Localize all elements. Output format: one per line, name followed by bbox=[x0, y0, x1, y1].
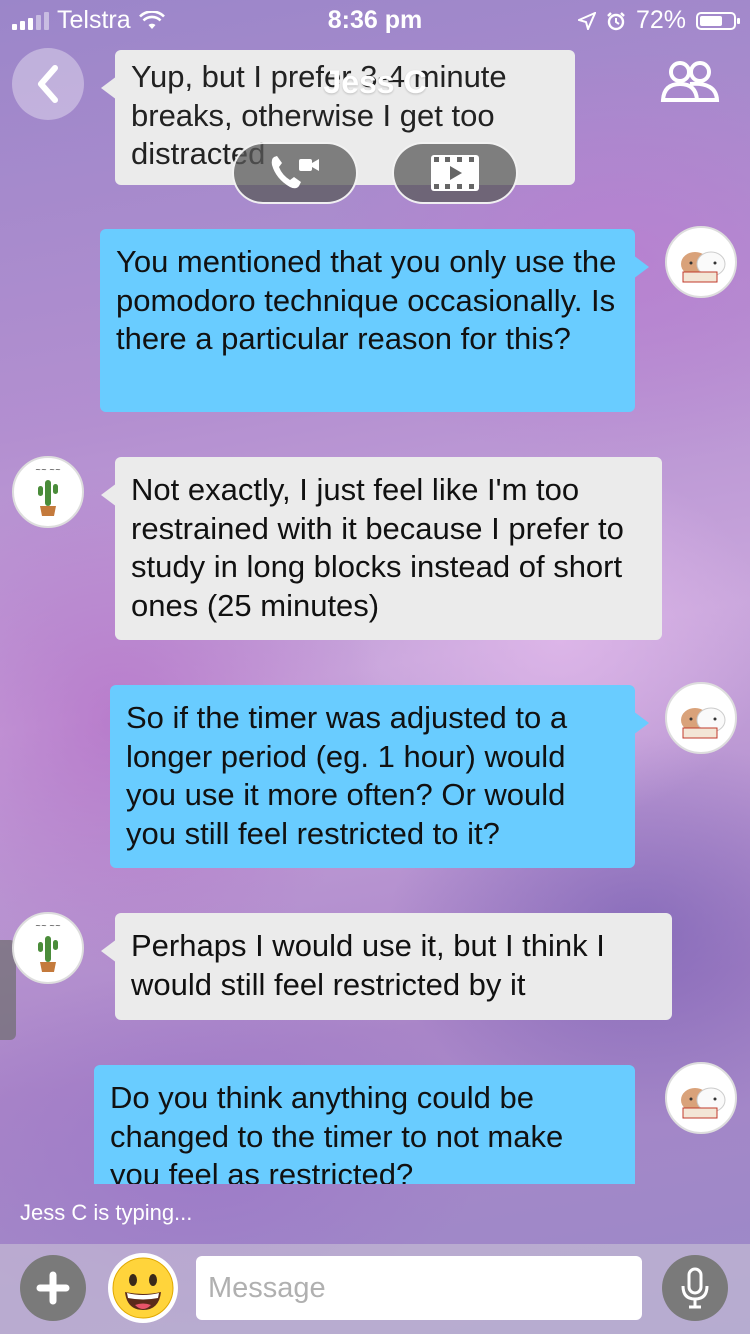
jess-avatar[interactable]: ~~ ~~ bbox=[12, 456, 84, 528]
message-text: You mentioned that you only use the pomo… bbox=[116, 244, 617, 356]
grinning-emoji-icon bbox=[112, 1257, 174, 1319]
microphone-icon bbox=[681, 1267, 709, 1309]
message-bubble-outgoing: You mentioned that you only use the pomo… bbox=[100, 229, 649, 412]
film-play-icon bbox=[431, 155, 479, 191]
battery-level bbox=[700, 15, 722, 26]
battery-percent: 72% bbox=[635, 6, 686, 34]
plus-icon bbox=[36, 1271, 70, 1305]
voice-record-button[interactable] bbox=[662, 1255, 728, 1321]
cactus-avatar-icon: ~~ ~~ bbox=[35, 922, 61, 972]
message-input[interactable] bbox=[196, 1256, 642, 1320]
cats-avatar-icon bbox=[681, 1087, 726, 1119]
message-text: So if the timer was adjusted to a longer… bbox=[126, 700, 568, 851]
my-avatar[interactable] bbox=[665, 682, 737, 754]
message-text: Perhaps I would use it, but I think I wo… bbox=[131, 928, 605, 1002]
battery-icon bbox=[696, 11, 740, 30]
phone-video-icon bbox=[271, 156, 319, 189]
jess-avatar[interactable]: ~~ ~~ bbox=[12, 912, 84, 984]
my-avatar[interactable] bbox=[665, 226, 737, 298]
emoji-button[interactable] bbox=[108, 1253, 178, 1323]
chat-title[interactable]: Jess C bbox=[0, 64, 750, 101]
svg-text:~~ ~~: ~~ ~~ bbox=[35, 466, 61, 474]
people-icon bbox=[660, 61, 720, 102]
message-bubble-outgoing: So if the timer was adjusted to a longer… bbox=[110, 685, 649, 868]
message-text: Not exactly, I just feel like I'm too re… bbox=[131, 472, 624, 623]
add-attachment-button[interactable] bbox=[20, 1255, 86, 1321]
typing-indicator: Jess C is typing... bbox=[20, 1200, 193, 1225]
message-bubble-outgoing: Do you think anything could be changed t… bbox=[94, 1065, 635, 1184]
message-text: Do you think anything could be changed t… bbox=[110, 1080, 564, 1184]
status-bar: Telstra 8:36 pm 72% bbox=[0, 0, 750, 40]
alarm-icon bbox=[607, 11, 625, 30]
cats-avatar-icon bbox=[681, 251, 726, 283]
my-avatar[interactable] bbox=[665, 1062, 737, 1134]
screening-room-button[interactable] bbox=[392, 142, 518, 204]
cactus-avatar-icon: ~~ ~~ bbox=[35, 466, 61, 516]
cats-avatar-icon bbox=[681, 707, 726, 739]
members-button[interactable] bbox=[660, 60, 720, 109]
location-arrow-icon bbox=[577, 11, 596, 30]
svg-text:~~ ~~: ~~ ~~ bbox=[35, 922, 61, 930]
message-bubble-incoming: Perhaps I would use it, but I think I wo… bbox=[101, 913, 672, 1020]
voice-call-button[interactable] bbox=[232, 142, 358, 204]
message-bubble-incoming: Not exactly, I just feel like I'm too re… bbox=[101, 457, 662, 640]
